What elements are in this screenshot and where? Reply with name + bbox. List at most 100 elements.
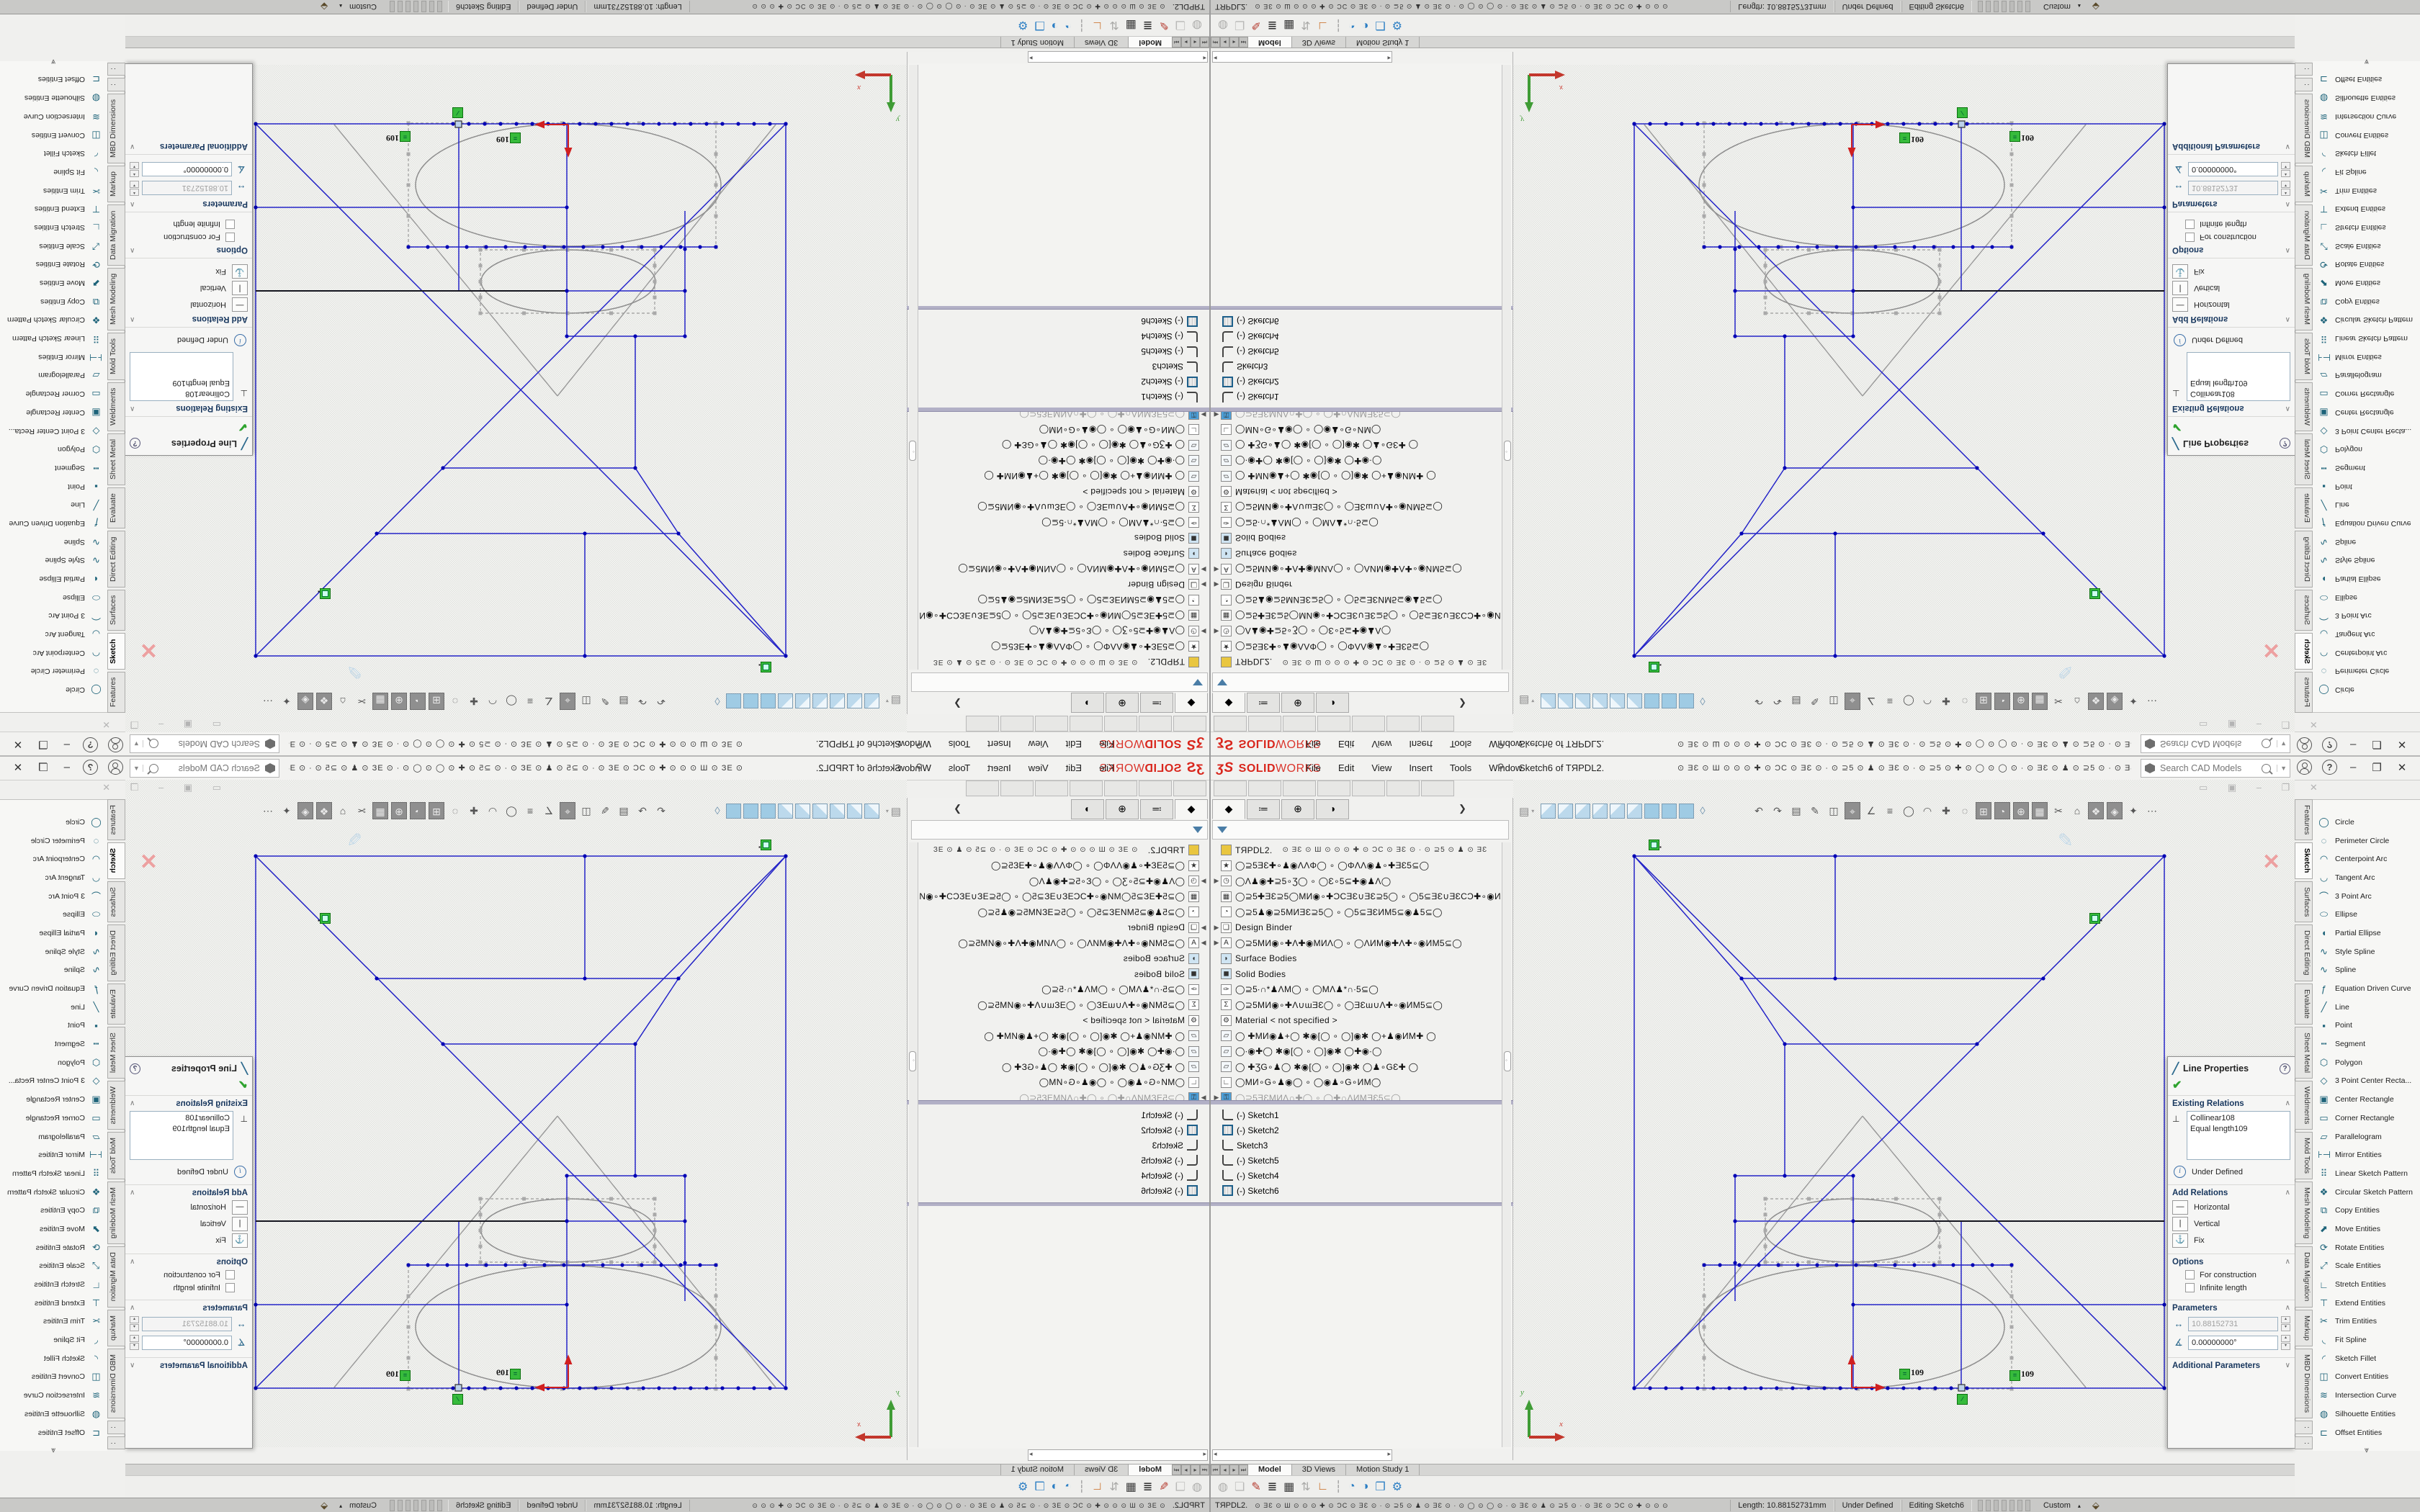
toolbar-icon[interactable]: ≡ <box>522 693 538 710</box>
help-icon[interactable]: ? <box>83 737 98 752</box>
collapse-icon[interactable]: ∧ <box>2285 315 2290 323</box>
toolbar-icon[interactable]: ▤ <box>1788 802 1804 819</box>
option-checkbox[interactable]: Infinite length <box>130 1283 235 1292</box>
tab-scroll-icon[interactable]: ◂ <box>1220 37 1229 48</box>
tool-intersection-curve[interactable]: ≋Intersection Curve <box>0 1386 107 1405</box>
document-window-buttons[interactable]: ▭ ▣ – ❐ ✕ <box>2199 782 2326 793</box>
tool-parallelogram[interactable]: ▱Parallelogram <box>0 366 107 385</box>
sketch-list-item[interactable]: (-) Sketch5 <box>920 344 1208 359</box>
sketch-toolbar[interactable]: ↶↷▤✎◫⌖∠≡◯◠✚◌⊞◔⊕▦✂⌂❖◈✦⋯ <box>1751 802 2160 819</box>
add-relation-fix[interactable]: ⚓Fix <box>2172 1233 2290 1248</box>
toolbar-icon[interactable]: ⌂ <box>2069 693 2085 710</box>
line-relation-badge[interactable]: ∕ <box>1957 107 1968 118</box>
ok-button[interactable]: ✔ <box>125 417 252 434</box>
tool-segment[interactable]: ┅Segment <box>2313 1035 2420 1053</box>
tab-mold-tools[interactable]: Mold Tools <box>107 1132 125 1179</box>
pin-icon[interactable]: ⚲ <box>1497 762 1505 773</box>
panel-tab-icon[interactable]: ◑ <box>1071 693 1104 713</box>
unit-system-dropdown[interactable]: Custom▴ <box>2036 2 2088 11</box>
collapse-icon[interactable]: ∧ <box>130 199 135 208</box>
bottom-toolbar-icon[interactable]: ✎ <box>1159 18 1168 32</box>
doc-tab-motion-study-1[interactable]: Motion Study 1 <box>1346 36 1420 48</box>
tool-circular-sketch-pattern[interactable]: ❖Circular Sketch Pattern <box>0 311 107 330</box>
tool-partial-ellipse[interactable]: ◖Partial Ellipse <box>2313 924 2420 942</box>
tool-corner-rectangle[interactable]: ▭Corner Rectangle <box>2313 384 2420 403</box>
sketch-list-item[interactable]: (-) Sketch1 <box>920 1107 1208 1122</box>
toolbar-icon[interactable]: ⊞ <box>429 693 444 710</box>
minimize-button[interactable]: – <box>2347 739 2359 751</box>
tab-mbd-dimensions[interactable]: MBD Dimensions <box>2295 94 2313 163</box>
tool-center-rectangle[interactable]: ▣Center Rectangle <box>0 1090 107 1109</box>
tool-circular-sketch-pattern[interactable]: ❖Circular Sketch Pattern <box>0 1183 107 1202</box>
view-orientation-cube-icon[interactable] <box>1679 804 1694 819</box>
tool-style-spline[interactable]: ∿Style Spline <box>2313 552 2420 570</box>
commandmanager-collapsed-row[interactable] <box>966 714 1206 732</box>
tree-item[interactable]: ⚙Material < not specified > <box>920 1013 1208 1029</box>
panel-tabs-chevron-icon[interactable]: ❯ <box>1458 693 1466 713</box>
document-window-buttons[interactable]: ▭ ▣ – ❐ ✕ <box>94 782 221 793</box>
equal-relation-badge[interactable]: = <box>400 1370 411 1381</box>
bottom-toolbar-icon[interactable]: ┆ <box>1078 18 1085 32</box>
menu-tools[interactable]: Tools <box>1450 739 1471 750</box>
toolbar-icon[interactable]: ◈ <box>297 802 313 819</box>
tool-trim-entities[interactable]: ✂Trim Entities <box>0 181 107 200</box>
dimension-label[interactable]: 109 <box>2021 132 2034 143</box>
panel-tab-icon[interactable]: ≔ <box>1140 799 1173 819</box>
toolbar-icon[interactable]: ◫ <box>578 693 594 710</box>
equal-relation-badge[interactable]: = <box>2009 131 2020 142</box>
scrollbar-thumb[interactable] <box>1504 1051 1511 1071</box>
panel-tab-icon[interactable]: ◆ <box>1212 693 1245 713</box>
panel-vertical-scrollbar[interactable] <box>1502 65 1511 670</box>
relation-badge-icon[interactable] <box>1649 662 1659 672</box>
toolbar-icon[interactable]: ◈ <box>297 693 313 710</box>
panel-tab-icon[interactable]: ◑ <box>1316 693 1349 713</box>
tool-3-point-arc[interactable]: ⌒3 Point Arc <box>2313 607 2420 626</box>
close-button[interactable]: ✕ <box>11 761 26 774</box>
tool-point[interactable]: ▪Point <box>0 1017 107 1035</box>
doc-tab-model[interactable]: Model <box>1128 36 1172 48</box>
tab--[interactable]: : <box>2295 1436 2313 1450</box>
minimize-button[interactable]: – <box>61 761 73 773</box>
tool-line[interactable]: ╱Line <box>2313 495 2420 514</box>
bottom-toolbar-icon[interactable]: ❏ <box>1234 18 1245 32</box>
toolbar-icon[interactable]: ▤ <box>616 693 632 710</box>
bottom-toolbar-icon[interactable]: ≣ <box>1268 1480 1277 1494</box>
tree-item[interactable]: ▱◯∙◉✚◯ ✱◉[◯ ∘ ◯]◉✱ ◯✚◉∙◯ <box>1212 453 1500 469</box>
expand-icon[interactable]: ∨ <box>2285 142 2290 150</box>
bottom-toolbar-icon[interactable]: ❒ <box>1375 1480 1385 1494</box>
cancel-sketch-icon[interactable]: ✕ <box>2262 637 2280 662</box>
tool-spline[interactable]: ∿Spline <box>0 961 107 980</box>
toolbar-icon[interactable]: ▦ <box>372 693 388 710</box>
restore-button[interactable]: ❐ <box>2369 761 2384 774</box>
add-relation-horizontal[interactable]: —Horizontal <box>2172 297 2290 312</box>
tab-scroll-icon[interactable]: ⏮ <box>1211 37 1220 48</box>
tool-circle[interactable]: ◯Circle <box>2313 680 2420 699</box>
relation-item[interactable]: Equal length109 <box>2190 377 2287 388</box>
tree-item[interactable]: ▶⚿◯⊇5ƎƐΜИΛ∩✚◯ ∘ ◯✚∩ΛИΜƎƐ5⊆◯ <box>1212 412 1500 422</box>
tool-style-spline[interactable]: ∿Style Spline <box>0 552 107 570</box>
tab-mbd-dimensions[interactable]: MBD Dimensions <box>2295 1349 2313 1418</box>
tool-silhouette-entities[interactable]: ◍Silhouette Entities <box>2313 89 2420 107</box>
dimension-label[interactable]: 109 <box>496 134 509 145</box>
toolbar-icon[interactable]: ⌂ <box>335 693 351 710</box>
tree-item[interactable]: ▱◯∙◉✚◯ ✱◉[◯ ∘ ◯]◉✱ ◯✚◉∙◯ <box>920 1044 1208 1060</box>
add-relation-vertical[interactable]: |Vertical <box>2172 281 2290 295</box>
tree-item[interactable]: ∟◯ΜИ∘G∘♟◉◯ ∘ ◯◉♟∘G∘ИΜ◯ <box>1212 422 1500 438</box>
relations-listbox[interactable]: Collinear108Equal length109 <box>2187 352 2290 401</box>
sketch-toolbar[interactable]: ↶↷▤✎◫⌖∠≡◯◠✚◌⊞◔⊕▦✂⌂❖◈✦⋯ <box>260 693 669 710</box>
bottom-toolbar-icon[interactable]: ⚙ <box>1392 18 1402 32</box>
tab-markup[interactable]: Markup <box>2295 166 2313 202</box>
parameter-field[interactable]: ↔10.88152731▴▾ <box>2172 1316 2290 1331</box>
tree-item[interactable]: ▱◯∙◉✚◯ ✱◉[◯ ∘ ◯]◉✱ ◯✚◉∙◯ <box>1212 1044 1500 1060</box>
bottom-toolbar-icon[interactable]: ⚙ <box>1018 1480 1028 1494</box>
doc-tab-motion-study-1[interactable]: Motion Study 1 <box>1346 1464 1420 1476</box>
toolbar-icon[interactable]: ▤ <box>1788 693 1804 710</box>
bottom-toolbar-icon[interactable]: ◍ <box>1218 18 1228 32</box>
tool-center-rectangle[interactable]: ▣Center Rectangle <box>0 403 107 422</box>
help-icon[interactable]: ? <box>2322 760 2337 775</box>
toolbar-icon[interactable]: ◫ <box>1826 802 1842 819</box>
login-icon[interactable] <box>108 760 123 775</box>
status-tag-icon[interactable]: ⬙ <box>321 1 328 12</box>
search-dropdown-icon[interactable]: ▼ <box>130 740 143 747</box>
restore-button[interactable]: ❐ <box>35 739 50 752</box>
